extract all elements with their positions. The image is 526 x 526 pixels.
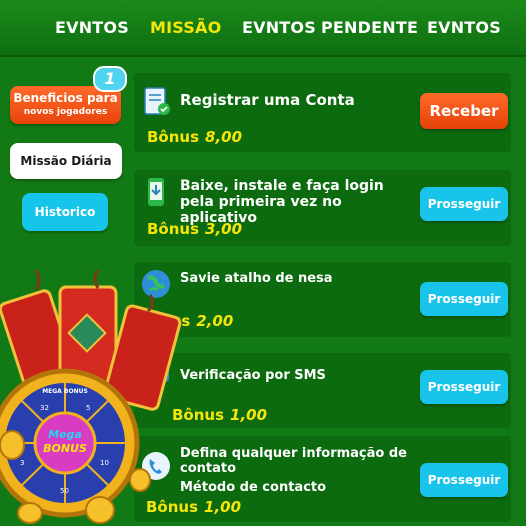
proceed-button[interactable]: Prosseguir: [420, 463, 508, 497]
wheel-number: 10: [100, 459, 109, 467]
proceed-button[interactable]: Prosseguir: [420, 370, 508, 404]
top-tab-bar: EVNTOS MISSÃO EVNTOS PENDENTE EVNTOS: [0, 0, 526, 57]
proceed-button[interactable]: Prosseguir: [420, 187, 508, 221]
bonus-value: 1,00: [230, 406, 268, 424]
mission-bonus: Bônus 3,00: [147, 220, 242, 238]
bonus-value: 3,00: [205, 220, 243, 238]
wheel-top-text: MEGA BONUS: [42, 388, 88, 395]
tab-eventos-3[interactable]: EVNTOS: [427, 18, 501, 37]
wheel-number: 32: [40, 404, 49, 412]
tab-eventos-1[interactable]: EVNTOS: [55, 18, 129, 37]
tab-missao[interactable]: MISSÃO: [150, 18, 221, 37]
mission-subtitle: Método de contacto: [180, 480, 327, 495]
proceed-button[interactable]: Prosseguir: [420, 282, 508, 316]
benefits-label: Beneficios para: [13, 91, 118, 105]
benefits-sublabel: novos jogadores: [23, 107, 108, 117]
mission-title: Verificação por SMS: [180, 368, 326, 383]
mission-card-register: Registrar uma Conta Bônus 8,00 Receber: [134, 73, 511, 152]
receive-button[interactable]: Receber: [420, 93, 508, 129]
tab-pendente[interactable]: PENDENTE: [321, 18, 418, 37]
mission-title: Savie atalho de nesa: [180, 271, 333, 286]
bonus-label: Bônus: [147, 128, 200, 146]
wheel-center-text: BONUS: [43, 442, 87, 455]
phone-download-icon: [148, 178, 164, 206]
mission-title: Baixe, instale e faça login pela primeir…: [180, 178, 384, 226]
wheel-number: 5: [86, 404, 90, 412]
wheel-center-text: Mega: [48, 428, 82, 441]
mission-title: Defina qualquer informação de contato: [180, 446, 407, 476]
mission-bonus: Bônus 8,00: [147, 128, 242, 146]
bonus-value: 8,00: [205, 128, 243, 146]
daily-mission-button[interactable]: Missão Diária: [10, 143, 122, 179]
bonus-value: 1,00: [204, 498, 242, 516]
wheel-number: 50: [60, 487, 69, 495]
mega-bonus-promo-illustration: Mega BONUS MEGA BONUS 32 5 10 3 50: [0, 269, 182, 524]
bonus-value: 2,00: [196, 312, 234, 330]
notification-badge: 1: [93, 66, 127, 92]
document-check-icon: [144, 87, 170, 115]
mission-card-app-install: Baixe, instale e faça login pela primeir…: [134, 170, 511, 246]
tab-eventos-2[interactable]: EVNTOS: [242, 18, 316, 37]
bonus-label: Bônus: [147, 220, 200, 238]
wheel-number: 3: [20, 459, 24, 467]
mission-title: Registrar uma Conta: [180, 91, 355, 109]
history-button[interactable]: Historico: [22, 193, 108, 231]
